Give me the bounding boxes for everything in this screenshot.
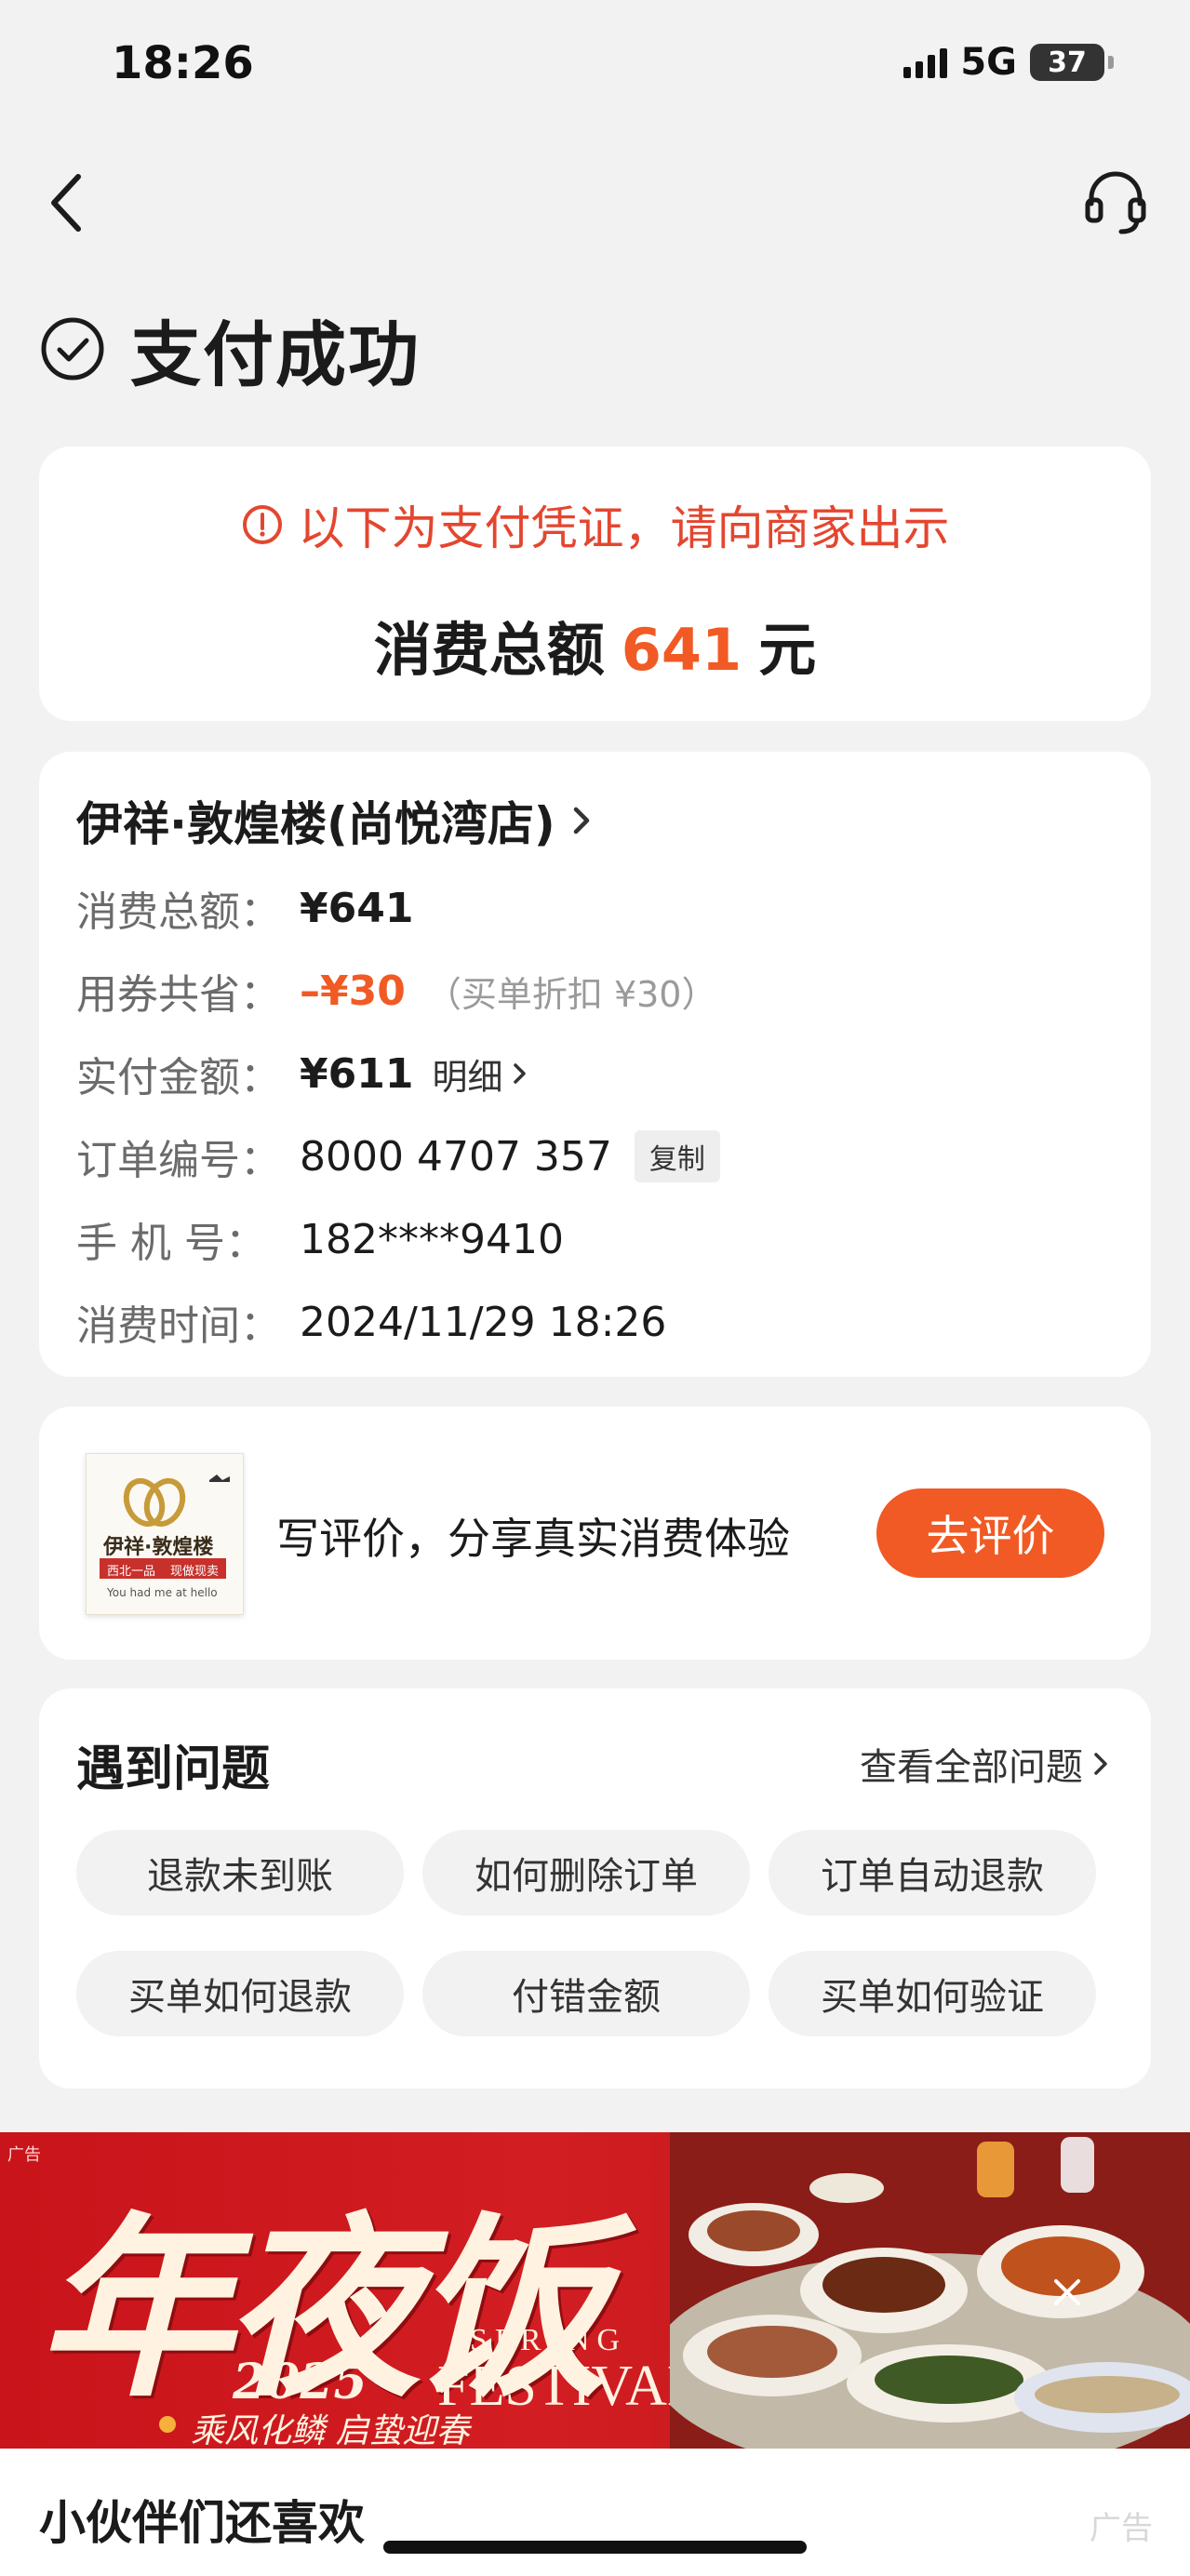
page-title: 支付成功	[130, 314, 421, 396]
view-all-problems-link[interactable]: 查看全部问题	[860, 1737, 1109, 1791]
recommend-title: 小伙伴们还喜欢	[39, 2496, 365, 2550]
feast-image	[670, 2132, 1190, 2449]
status-time: 18:26	[112, 37, 254, 89]
check-circle-icon	[41, 317, 104, 380]
order-detail-card: 伊祥·敦煌楼(尚悦湾店) 消费总额： ¥641 用券共省： –¥30 （买单折扣…	[39, 752, 1151, 1377]
merchant-logo-tag-2: 现做现卖	[170, 1565, 220, 1579]
row-phone-label: 手 机 号：	[76, 1220, 266, 1267]
problem-chip[interactable]: 退款未到账	[76, 1830, 404, 1915]
row-time-value: 2024/11/29 18:26	[300, 1298, 667, 1346]
row-total-label: 消费总额：	[76, 888, 281, 936]
row-saved-value: –¥30	[300, 967, 406, 1015]
voucher-total-value: 641	[621, 616, 742, 684]
voucher-warning: 以下为支付凭证，请向商家出示	[39, 491, 1151, 558]
merchant-logo-sub: You had me at hello	[107, 1586, 218, 1599]
ad-dot-icon	[159, 2416, 176, 2433]
voucher-total-unit: 元	[758, 616, 817, 684]
row-order-number-value: 8000 4707 357	[300, 1132, 612, 1181]
row-paid-label: 实付金额：	[76, 1054, 281, 1101]
ad-tag: 广告	[7, 2145, 41, 2165]
write-review-button[interactable]: 去评价	[876, 1488, 1104, 1578]
network-type: 5G	[960, 41, 1017, 84]
row-time: 消费时间： 2024/11/29 18:26	[76, 1292, 666, 1352]
row-order-number: 订单编号： 8000 4707 357 复制	[76, 1127, 720, 1186]
title-row: 支付成功	[39, 298, 421, 400]
store-name-link[interactable]: 伊祥·敦煌楼(尚悦湾店)	[76, 787, 593, 854]
row-order-number-label: 订单编号：	[76, 1137, 281, 1184]
voucher-total: 消费总额 641 元	[39, 603, 1151, 687]
ad-banner[interactable]: 广告 年夜饭 2025 SPRING FESTIVAL 乘风化鳞 启蛰迎春	[0, 2132, 1190, 2449]
row-phone: 手 机 号： 182****9410	[76, 1209, 564, 1269]
ad-festival: FESTIVAL	[437, 2355, 702, 2418]
problem-chip[interactable]: 订单自动退款	[769, 1830, 1096, 1915]
row-saved-label: 用券共省：	[76, 971, 281, 1019]
chevron-right-icon	[573, 807, 589, 834]
problems-title: 遇到问题	[76, 1742, 271, 1797]
voucher-warning-text: 以下为支付凭证，请向商家出示	[298, 501, 950, 555]
battery-icon: 37	[1030, 44, 1104, 81]
problem-chip[interactable]: 如何删除订单	[422, 1830, 750, 1915]
back-button[interactable]	[37, 166, 102, 240]
battery-cap	[1108, 56, 1114, 69]
row-total-value: ¥641	[300, 884, 414, 932]
row-paid-value: ¥611	[300, 1049, 414, 1098]
home-indicator[interactable]	[383, 2541, 807, 2554]
ad-slogan: 乘风化鳞 启蛰迎春	[191, 2412, 470, 2449]
voucher-total-label: 消费总额	[373, 616, 605, 684]
close-icon[interactable]	[1047, 2272, 1088, 2313]
review-card: 伊祥·敦煌楼 西北一品 现做现卖 You had me at hello 写评价…	[39, 1407, 1151, 1660]
payment-detail-label: 明细	[432, 1056, 503, 1098]
store-name: 伊祥·敦煌楼(尚悦湾店)	[76, 797, 555, 851]
view-all-problems-label: 查看全部问题	[860, 1746, 1083, 1789]
row-saved: 用券共省： –¥30 （买单折扣 ¥30）	[76, 961, 716, 1021]
row-saved-note: （买单折扣 ¥30）	[425, 973, 717, 1015]
signal-icon	[903, 47, 948, 78]
headset-icon	[1085, 171, 1146, 234]
chevron-right-icon	[1094, 1753, 1107, 1775]
review-prompt: 写评价，分享真实消费体验	[276, 1514, 790, 1564]
merchant-logo-name: 伊祥·敦煌楼	[103, 1536, 214, 1559]
row-total: 消费总额： ¥641	[76, 878, 413, 938]
status-indicators: 5G 37	[903, 41, 1114, 84]
copy-button[interactable]: 复制	[634, 1130, 720, 1182]
merchant-logo: 伊祥·敦煌楼 西北一品 现做现卖 You had me at hello	[86, 1453, 244, 1615]
problem-chip[interactable]: 买单如何退款	[76, 1951, 404, 2036]
recommend-ad-label: 广告	[1090, 2510, 1153, 2547]
payment-detail-link[interactable]: 明细	[432, 1048, 528, 1100]
problem-chip[interactable]: 买单如何验证	[769, 1951, 1096, 2036]
customer-service-button[interactable]	[1078, 163, 1153, 237]
row-phone-value: 182****9410	[300, 1215, 564, 1263]
row-time-label: 消费时间：	[76, 1302, 281, 1350]
problem-chip[interactable]: 付错金额	[422, 1951, 750, 2036]
warning-icon	[242, 505, 282, 544]
problems-card: 遇到问题 查看全部问题 退款未到账 如何删除订单 订单自动退款 买单如何退款 付…	[39, 1688, 1151, 2089]
payment-voucher-card: 以下为支付凭证，请向商家出示 消费总额 641 元	[39, 447, 1151, 721]
row-paid: 实付金额： ¥611 明细	[76, 1044, 528, 1103]
merchant-logo-tag-1: 西北一品	[107, 1565, 156, 1579]
chevron-right-icon	[514, 1063, 527, 1084]
chevron-left-icon	[51, 174, 81, 232]
ad-year: 2025	[233, 2354, 368, 2410]
